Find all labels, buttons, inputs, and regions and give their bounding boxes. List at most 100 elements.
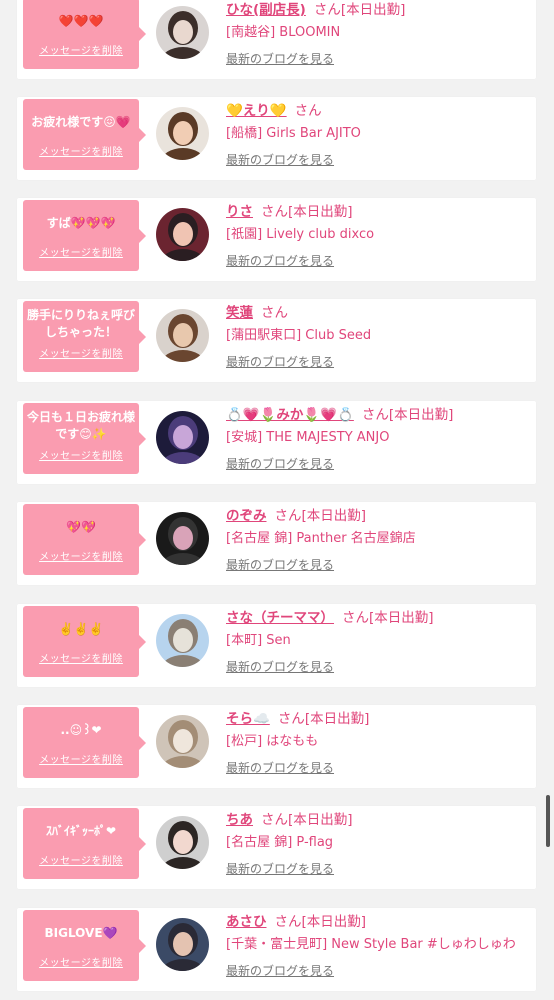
message-bubble: お疲れ様です😖💗 メッセージを削除 <box>23 99 146 170</box>
message-bubble: BIGLOVE💜 メッセージを削除 <box>23 910 146 981</box>
avatar-photo <box>156 816 209 869</box>
shop-name: [名古屋 錦] Panther 名古屋錦店 <box>226 531 416 546</box>
delete-message-link[interactable]: メッセージを削除 <box>27 954 135 969</box>
latest-blog-link[interactable]: 最新のブログを見る <box>226 860 334 877</box>
honorific-san: さん <box>274 508 302 524</box>
shop-name: [安城] THE MAJESTY ANJO <box>226 430 390 445</box>
latest-blog-link[interactable]: 最新のブログを見る <box>226 962 334 979</box>
delete-message-link[interactable]: メッセージを削除 <box>27 345 135 360</box>
avatar[interactable] <box>156 411 209 464</box>
cast-name-link[interactable]: のぞみ <box>226 508 267 524</box>
cast-name-row: 💛えり💛 さん <box>226 102 536 121</box>
avatar-photo <box>156 6 209 59</box>
attendance-badge: [本日出勤] <box>288 812 353 828</box>
cast-card: 今日も１日お疲れ様です😊✨ メッセージを削除 💍💗🌷みか🌷💗💍 さん[本日出勤] [安城… <box>17 401 536 484</box>
attendance-badge: [本日出勤] <box>388 407 454 423</box>
shop-name: [名古屋 錦] P-flag <box>226 835 334 850</box>
shop-name: [南越谷] BLOOMIN <box>226 25 341 40</box>
latest-blog-link[interactable]: 最新のブログを見る <box>226 455 334 472</box>
cast-card: すば💖💖💖 メッセージを削除 りさ さん[本日出勤] [祇園] Lively club … <box>17 198 536 281</box>
cast-info: 💍💗🌷みか🌷💗💍 さん[本日出勤] [安城] THE MAJESTY ANJO 最新の… <box>226 406 536 472</box>
delete-message-link[interactable]: メッセージを削除 <box>27 852 135 867</box>
cast-name-row: さな（チーママ） さん[本日出勤] <box>226 609 536 628</box>
honorific-san: さん <box>361 407 389 423</box>
message-text: 勝手にりりねぇ呼びしちゃった！ <box>27 308 136 339</box>
avatar[interactable] <box>156 208 209 261</box>
honorific-san: さん <box>261 305 288 321</box>
message-text: ｽﾊﾞｲｷﾞｯｰﾎﾟ❤︎ <box>45 823 117 838</box>
message-text: お疲れ様です😖💗 <box>31 114 131 129</box>
cast-card: ✌️✌️✌️ メッセージを削除 さな（チーママ） さん[本日出勤] [本町] Sen 最新… <box>17 604 536 687</box>
cast-name-link[interactable]: 💍💗🌷みか🌷💗💍 <box>226 407 354 423</box>
cast-card: BIGLOVE💜 メッセージを削除 あさひ さん[本日出勤] [千葉・富士見町] New… <box>17 908 536 991</box>
shop-name: [蒲田駅東口] Club Seed <box>226 328 372 343</box>
cast-name-row: ひな(副店長) さん[本日出勤] <box>226 1 536 20</box>
message-bubble: すば💖💖💖 メッセージを削除 <box>23 200 146 271</box>
message-bubble: 💖💖 メッセージを削除 <box>23 504 146 575</box>
latest-blog-link[interactable]: 最新のブログを見る <box>226 353 334 370</box>
message-bubble: ..☺︎꒱❤︎ メッセージを削除 <box>23 707 146 778</box>
shop-name: [千葉・富士見町] New Style Bar #しゅわしゅわ <box>226 937 516 952</box>
avatar[interactable] <box>156 512 209 565</box>
cast-name-link[interactable]: ひな(副店長) <box>226 2 306 18</box>
cast-name-link[interactable]: 💛えり💛 <box>226 103 287 119</box>
message-bubble: ❤️❤️❤️ メッセージを削除 <box>23 0 146 69</box>
latest-blog-link[interactable]: 最新のブログを見る <box>226 252 334 269</box>
latest-blog-link[interactable]: 最新のブログを見る <box>226 759 334 776</box>
latest-blog-link[interactable]: 最新のブログを見る <box>226 556 334 573</box>
scrollbar[interactable] <box>546 795 550 847</box>
latest-blog-link[interactable]: 最新のブログを見る <box>226 151 334 168</box>
cast-name-row: そら☁️ さん[本日出勤] <box>226 710 536 729</box>
delete-message-link[interactable]: メッセージを削除 <box>27 244 135 259</box>
avatar[interactable] <box>156 614 209 667</box>
cast-name-row: 💍💗🌷みか🌷💗💍 さん[本日出勤] <box>226 406 536 425</box>
avatar[interactable] <box>156 816 209 869</box>
cast-name-link[interactable]: あさひ <box>226 914 267 930</box>
cast-info: あさひ さん[本日出勤] [千葉・富士見町] New Style Bar #しゅわし… <box>226 913 536 979</box>
avatar-photo <box>156 715 209 768</box>
avatar[interactable] <box>156 918 209 971</box>
attendance-badge: [本日出勤] <box>301 508 367 524</box>
honorific-san: さん <box>313 2 341 18</box>
cast-info: さな（チーママ） さん[本日出勤] [本町] Sen 最新のブログを見る <box>226 609 536 675</box>
cast-name-link[interactable]: そら☁️ <box>226 711 270 727</box>
cast-info: 💛えり💛 さん [船橋] Girls Bar AJITO 最新のブログを見る <box>226 102 536 168</box>
cast-name-row: あさひ さん[本日出勤] <box>226 913 536 932</box>
cast-name-row: 笑蓮 さん <box>226 304 536 323</box>
message-bubble: 今日も１日お疲れ様です😊✨ メッセージを削除 <box>23 403 146 474</box>
delete-message-link[interactable]: メッセージを削除 <box>27 42 135 57</box>
delete-message-link[interactable]: メッセージを削除 <box>27 751 135 766</box>
cast-name-link[interactable]: りさ <box>226 204 253 220</box>
message-text: ..☺︎꒱❤︎ <box>60 722 102 737</box>
message-text: ❤️❤️❤️ <box>58 13 104 28</box>
cast-name-link[interactable]: ちあ <box>226 812 253 828</box>
avatar[interactable] <box>156 715 209 768</box>
avatar[interactable] <box>156 6 209 59</box>
message-bubble: 勝手にりりねぇ呼びしちゃった！ メッセージを削除 <box>23 301 146 372</box>
delete-message-link[interactable]: メッセージを削除 <box>27 548 135 563</box>
avatar[interactable] <box>156 107 209 160</box>
attendance-badge: [本日出勤] <box>288 204 353 220</box>
cast-info: そら☁️ さん[本日出勤] [松戸] はなもも 最新のブログを見る <box>226 710 536 776</box>
avatar-photo <box>156 208 209 261</box>
shop-name: [祇園] Lively club dixco <box>226 227 375 242</box>
delete-message-link[interactable]: メッセージを削除 <box>27 447 135 462</box>
cast-card: ｽﾊﾞｲｷﾞｯｰﾎﾟ❤︎ メッセージを削除 ちあ さん[本日出勤] [名古屋 錦] P-… <box>17 806 536 889</box>
attendance-badge: [本日出勤] <box>369 610 434 626</box>
delete-message-link[interactable]: メッセージを削除 <box>27 143 135 158</box>
cast-name-link[interactable]: さな（チーママ） <box>226 610 334 626</box>
cast-card: 💖💖 メッセージを削除 のぞみ さん[本日出勤] [名古屋 錦] Panther 名古屋… <box>17 502 536 585</box>
cast-info: りさ さん[本日出勤] [祇園] Lively club dixco 最新のブログを見… <box>226 203 536 269</box>
cast-info: ちあ さん[本日出勤] [名古屋 錦] P-flag 最新のブログを見る <box>226 811 536 877</box>
avatar[interactable] <box>156 309 209 362</box>
cast-card: ❤️❤️❤️ メッセージを削除 ひな(副店長) さん[本日出勤] [南越谷] BLOOM… <box>17 0 536 79</box>
latest-blog-link[interactable]: 最新のブログを見る <box>226 658 334 675</box>
avatar-photo <box>156 411 209 464</box>
message-text: ✌️✌️✌️ <box>58 621 104 636</box>
cast-info: ひな(副店長) さん[本日出勤] [南越谷] BLOOMIN 最新のブログを見る <box>226 1 536 67</box>
cast-name-link[interactable]: 笑蓮 <box>226 305 253 321</box>
cast-name-row: のぞみ さん[本日出勤] <box>226 507 536 526</box>
delete-message-link[interactable]: メッセージを削除 <box>27 650 135 665</box>
avatar-photo <box>156 614 209 667</box>
latest-blog-link[interactable]: 最新のブログを見る <box>226 50 334 67</box>
